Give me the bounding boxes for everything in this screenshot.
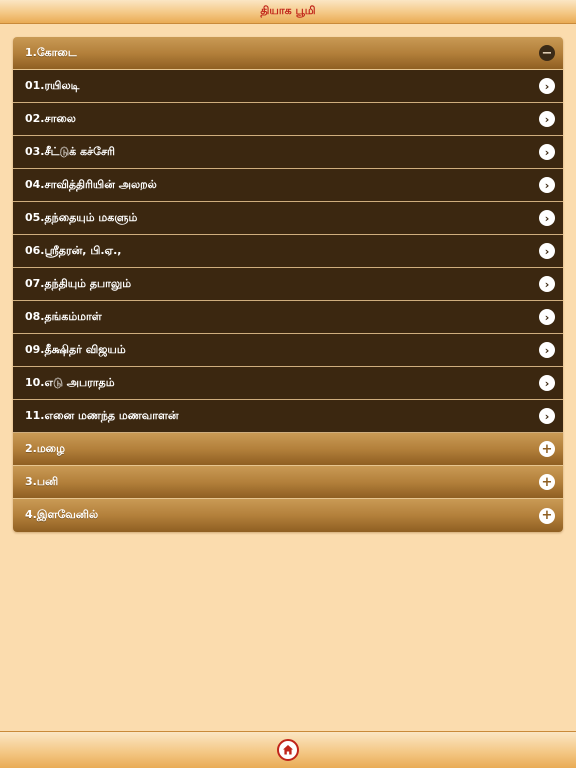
list-item-label: 08.தங்கம்மாள்: [25, 309, 102, 323]
chevron-right-icon: ›: [539, 309, 555, 325]
section-header-2[interactable]: 2.மழை +: [13, 433, 563, 466]
list-item[interactable]: 06.ஸ்ரீதரன், பி.ஏ., ›: [13, 235, 563, 268]
list-item[interactable]: 01.ரயிலடி ›: [13, 70, 563, 103]
list-item[interactable]: 08.தங்கம்மாள் ›: [13, 301, 563, 334]
list-item-label: 04.சாவித்திரியின் அலறல்: [25, 177, 157, 191]
list-item[interactable]: 09.தீக்ஷிதர் விஜயம் ›: [13, 334, 563, 367]
title-bar: தியாக பூமி: [0, 0, 576, 24]
list-item[interactable]: 05.தந்தையும் மகளும் ›: [13, 202, 563, 235]
home-icon: [283, 745, 293, 755]
list-item[interactable]: 03.சீட்டுக் கச்சேரி ›: [13, 136, 563, 169]
chapter-accordion: 1.கோடை − 01.ரயிலடி › 02.சாலை › 03.சீட்டு…: [13, 37, 563, 532]
chevron-right-icon: ›: [539, 144, 555, 160]
plus-icon[interactable]: +: [539, 441, 555, 457]
section-header-4[interactable]: 4.இளவேனில் +: [13, 499, 563, 532]
list-item-label: 03.சீட்டுக் கச்சேரி: [25, 144, 115, 158]
list-item-label: 06.ஸ்ரீதரன், பி.ஏ.,: [25, 243, 122, 257]
chevron-right-icon: ›: [539, 78, 555, 94]
chevron-right-icon: ›: [539, 177, 555, 193]
section-label: 1.கோடை: [25, 45, 77, 59]
minus-icon[interactable]: −: [539, 45, 555, 61]
page-title: தியாக பூமி: [260, 4, 316, 17]
list-item-label: 11.எனை மணந்த மணவாளன்: [25, 408, 179, 422]
section-label: 3.பனி: [25, 474, 59, 488]
chevron-right-icon: ›: [539, 342, 555, 358]
section-header-1[interactable]: 1.கோடை −: [13, 37, 563, 70]
chevron-right-icon: ›: [539, 408, 555, 424]
chevron-right-icon: ›: [539, 276, 555, 292]
chevron-right-icon: ›: [539, 111, 555, 127]
section-header-3[interactable]: 3.பனி +: [13, 466, 563, 499]
home-button[interactable]: [277, 739, 299, 761]
list-item-label: 05.தந்தையும் மகளும்: [25, 210, 138, 224]
list-item-label: 07.தந்தியும் தபாலும்: [25, 276, 132, 290]
chevron-right-icon: ›: [539, 210, 555, 226]
list-item[interactable]: 02.சாலை ›: [13, 103, 563, 136]
bottom-bar: [0, 731, 576, 768]
list-item-label: 09.தீக்ஷிதர் விஜயம்: [25, 342, 126, 356]
section-label: 2.மழை: [25, 441, 65, 455]
chevron-right-icon: ›: [539, 375, 555, 391]
list-item-label: 01.ரயிலடி: [25, 78, 80, 92]
plus-icon[interactable]: +: [539, 507, 555, 524]
list-item-label: 10.எடு அபராதம்: [25, 375, 115, 389]
chevron-right-icon: ›: [539, 243, 555, 259]
list-item[interactable]: 04.சாவித்திரியின் அலறல் ›: [13, 169, 563, 202]
list-item[interactable]: 10.எடு அபராதம் ›: [13, 367, 563, 400]
section-label: 4.இளவேனில்: [25, 508, 99, 521]
list-item-label: 02.சாலை: [25, 111, 76, 125]
plus-icon[interactable]: +: [539, 474, 555, 490]
list-item[interactable]: 11.எனை மணந்த மணவாளன் ›: [13, 400, 563, 433]
list-item[interactable]: 07.தந்தியும் தபாலும் ›: [13, 268, 563, 301]
